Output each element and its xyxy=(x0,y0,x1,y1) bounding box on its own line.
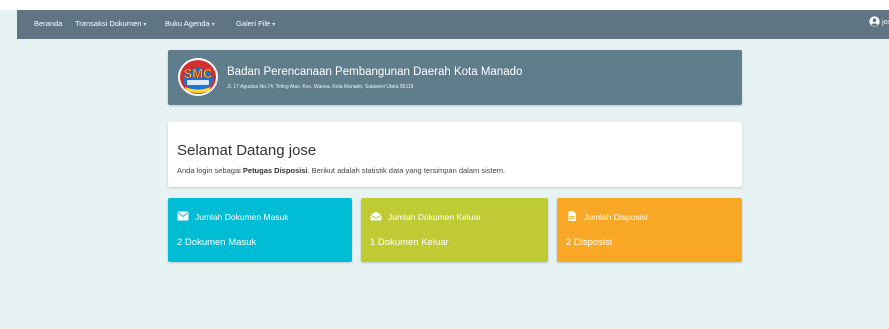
nav-item-galeri-file[interactable]: Galeri File ▾ xyxy=(236,19,275,28)
welcome-text-prefix: Anda login sebagai xyxy=(177,166,243,175)
stat-value: 1 Dokumen Keluar xyxy=(370,237,449,248)
stat-card-dokumen-masuk[interactable]: Jumlah Dokumen Masuk 2 Dokumen Masuk xyxy=(168,198,352,262)
top-strip xyxy=(0,0,889,10)
envelope-icon xyxy=(177,211,189,221)
organization-address: Jl. 17 Agustus No.74, Teling Atas, Kec. … xyxy=(227,84,414,90)
organization-header: SMC Badan Perencanaan Pembangunan Daerah… xyxy=(168,50,742,105)
stat-card-dokumen-keluar[interactable]: Jumlah Dokumen Keluar 1 Dokumen Keluar xyxy=(361,198,548,262)
chevron-down-icon: ▾ xyxy=(143,22,147,28)
organization-name: Badan Perencanaan Pembangunan Daerah Kot… xyxy=(227,66,523,78)
nav-item-transaksi-dokumen[interactable]: Transaksi Dokumen ▾ xyxy=(75,19,146,28)
chevron-down-icon: ▾ xyxy=(211,22,215,28)
welcome-card: Selamat Datang jose Anda login sebagai P… xyxy=(168,122,742,187)
nav-item-label: Transaksi Dokumen xyxy=(75,19,142,28)
stat-value: 2 Dokumen Masuk xyxy=(177,237,257,248)
logo-letters: SMC xyxy=(184,66,214,81)
file-icon xyxy=(568,211,576,221)
user-name: jose xyxy=(882,17,889,26)
user-menu[interactable]: jose ▾ xyxy=(869,16,889,27)
nav-item-buku-agenda[interactable]: Buku Agenda ▾ xyxy=(165,19,215,28)
nav-item-label: Buku Agenda xyxy=(165,19,210,28)
nav-item-label: Beranda xyxy=(34,19,63,28)
stat-value: 2 Disposisi xyxy=(566,237,612,248)
envelope-open-icon xyxy=(370,211,382,221)
stat-card-disposisi[interactable]: Jumlah Disposisi 2 Disposisi xyxy=(557,198,742,262)
user-circle-icon xyxy=(869,16,880,27)
chevron-down-icon: ▾ xyxy=(272,22,276,28)
welcome-text: Anda login sebagai Petugas Disposisi. Be… xyxy=(177,166,505,175)
stat-title: Jumlah Dokumen Masuk xyxy=(195,212,289,222)
top-navbar: Beranda Transaksi Dokumen ▾ Buku Agenda ▾ … xyxy=(17,10,889,39)
nav-item-label: Galeri File xyxy=(236,19,271,28)
stat-title: Jumlah Dokumen Keluar xyxy=(388,212,482,222)
logo: SMC xyxy=(178,58,218,96)
stat-title: Jumlah Disposisi xyxy=(584,212,648,222)
user-role: Petugas Disposisi xyxy=(242,166,308,175)
nav-item-beranda[interactable]: Beranda xyxy=(34,19,62,28)
welcome-title: Selamat Datang jose xyxy=(177,142,317,159)
welcome-text-suffix: . Berikut adalah statistik data yang ter… xyxy=(307,166,506,175)
